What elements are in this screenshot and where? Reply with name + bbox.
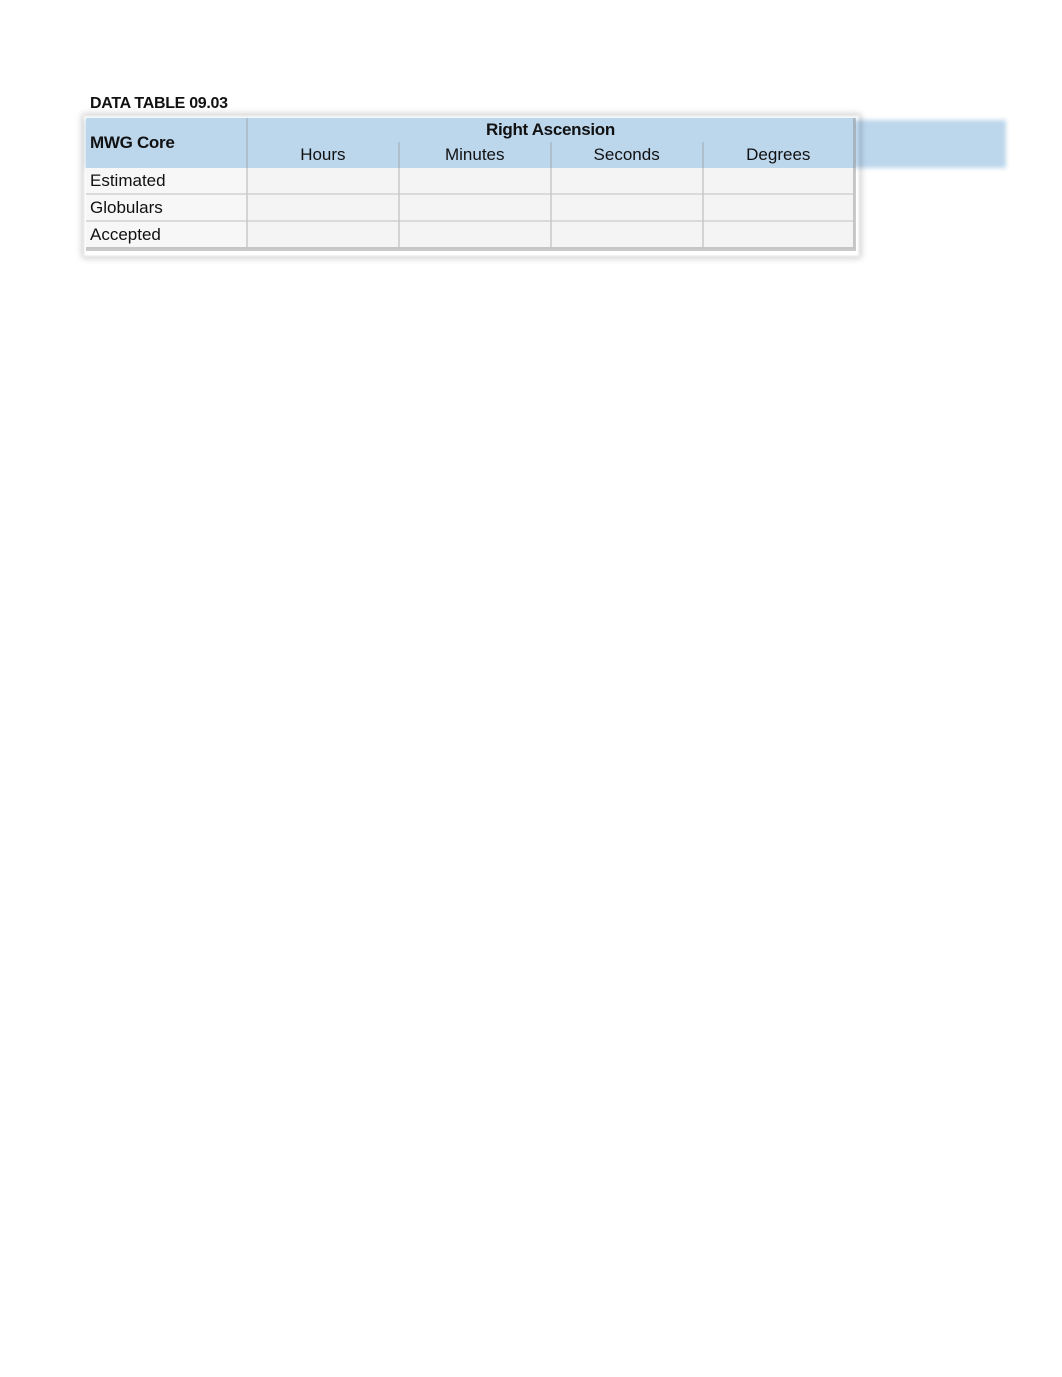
cell-seconds[interactable] <box>550 194 704 222</box>
cell-degrees[interactable] <box>702 194 856 222</box>
row-label: Estimated <box>86 168 248 195</box>
cell-hours[interactable] <box>246 221 400 251</box>
table-row-estimated: Estimated <box>86 168 856 195</box>
cell-degrees[interactable] <box>702 168 856 195</box>
header-row-top: MWG Core Right Ascension <box>86 118 856 168</box>
column-header-hours: Hours <box>246 142 400 168</box>
cell-minutes[interactable] <box>398 221 552 251</box>
cell-hours[interactable] <box>246 168 400 195</box>
row-header-label: MWG Core <box>86 118 248 168</box>
column-header-seconds: Seconds <box>550 142 704 168</box>
cell-minutes[interactable] <box>398 168 552 195</box>
column-header-degrees: Degrees <box>702 142 856 168</box>
cell-seconds[interactable] <box>550 221 704 251</box>
cell-seconds[interactable] <box>550 168 704 195</box>
table-row-accepted: Accepted <box>86 221 856 251</box>
column-header-minutes: Minutes <box>398 142 552 168</box>
table-row-globulars: Globulars <box>86 194 856 222</box>
group-header-right-ascension: Right Ascension <box>246 118 856 142</box>
cell-degrees[interactable] <box>702 221 856 251</box>
page-title: DATA TABLE 09.03 <box>90 95 228 112</box>
cell-hours[interactable] <box>246 194 400 222</box>
row-label: Globulars <box>86 194 248 222</box>
row-label: Accepted <box>86 221 248 251</box>
cell-minutes[interactable] <box>398 194 552 222</box>
data-table: MWG Core Right Ascension Hours Minutes S… <box>86 118 856 251</box>
